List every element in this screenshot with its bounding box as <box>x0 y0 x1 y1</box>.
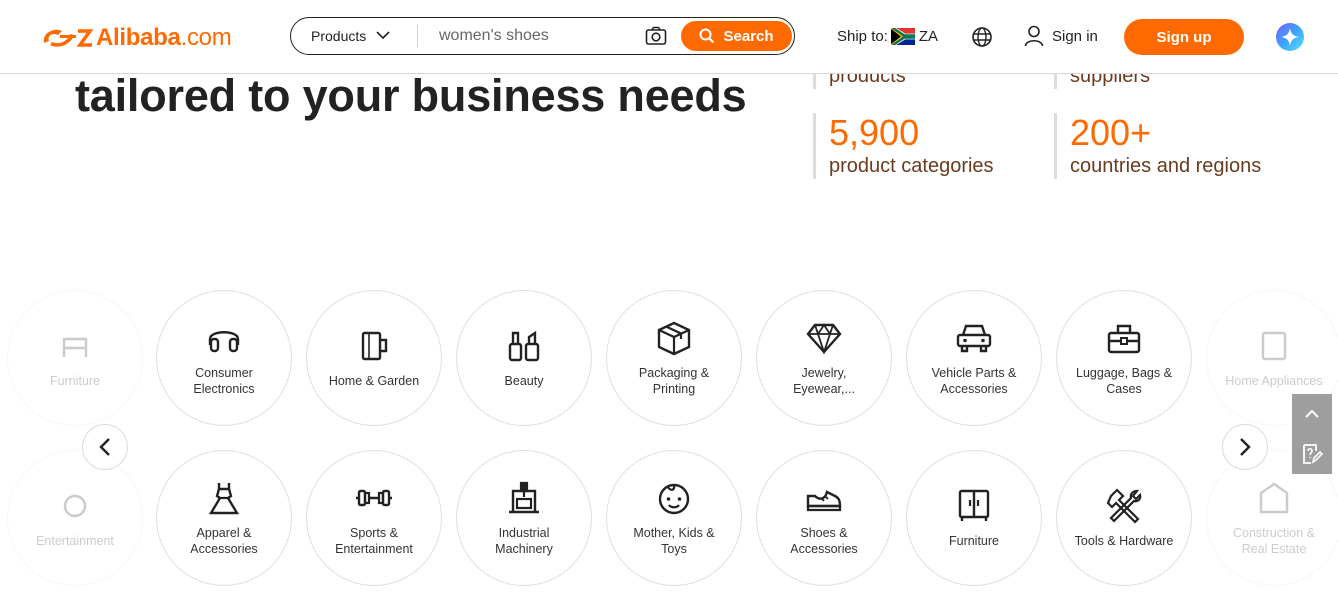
stat-countries: 200+ countries and regions <box>1054 113 1261 179</box>
user-icon <box>1024 25 1044 47</box>
chevron-down-icon <box>376 31 390 40</box>
category-item[interactable]: Beauty <box>456 290 592 426</box>
stat-label: product categories <box>829 155 994 177</box>
entertainment-icon <box>63 494 87 518</box>
box-icon <box>657 321 691 356</box>
category-label: Vehicle Parts & Accessories <box>931 366 1017 396</box>
feedback-button[interactable] <box>1292 434 1332 474</box>
search-category-dropdown[interactable]: Products <box>311 18 390 53</box>
category-item[interactable]: Sports & Entertainment <box>306 450 442 586</box>
alibaba-logo-mark-icon <box>43 29 94 47</box>
category-label: Mother, Kids & Toys <box>633 526 715 556</box>
chevron-left-icon <box>99 438 110 456</box>
globe-icon[interactable] <box>971 26 993 48</box>
category-item[interactable]: Packaging & Printing <box>606 290 742 426</box>
construction-icon <box>1259 482 1289 514</box>
south-africa-flag-icon <box>890 28 915 45</box>
hero-title: tailored to your business needs <box>75 70 747 121</box>
stat-label: countries and regions <box>1070 155 1262 177</box>
ship-to-label: Ship to: <box>837 28 888 45</box>
category-item[interactable]: Jewelry, Eyewear,... <box>756 290 892 426</box>
category-label: Jewelry, Eyewear,... <box>793 366 855 396</box>
sign-in-label: Sign in <box>1052 27 1098 45</box>
category-label: Furniture <box>948 534 1000 548</box>
ai-assistant-icon[interactable] <box>1275 22 1305 52</box>
dress-icon <box>208 483 240 515</box>
camera-icon[interactable] <box>645 26 667 46</box>
category-item[interactable]: Entertainment <box>7 450 143 586</box>
category-item[interactable]: Shoes & Accessories <box>756 450 892 586</box>
headphones-icon <box>208 331 240 353</box>
cabinet-icon <box>958 489 990 521</box>
sign-in-link[interactable]: Sign in <box>1024 25 1098 47</box>
category-item[interactable]: Furniture <box>7 290 143 426</box>
category-label: Tools & Hardware <box>1074 534 1174 548</box>
ship-to-country: ZA <box>918 28 939 45</box>
sign-up-button[interactable]: Sign up <box>1124 19 1244 55</box>
furniture-icon <box>62 337 88 357</box>
category-label: Shoes & Accessories <box>790 526 858 556</box>
category-item[interactable]: Furniture <box>906 450 1042 586</box>
baby-face-icon <box>658 483 690 515</box>
search-input[interactable] <box>439 24 629 48</box>
category-item[interactable]: Mother, Kids & Toys <box>606 450 742 586</box>
feedback-icon <box>1303 444 1323 464</box>
cosmetics-icon <box>508 330 540 362</box>
mug-icon <box>361 331 388 361</box>
category-item[interactable]: Vehicle Parts & Accessories <box>906 290 1042 426</box>
carousel-next-button[interactable] <box>1222 424 1268 470</box>
category-label: Consumer Electronics <box>193 366 255 396</box>
sign-up-label: Sign up <box>1156 28 1212 46</box>
category-item[interactable]: Apparel & Accessories <box>156 450 292 586</box>
search-bar: Products Search <box>290 17 795 55</box>
chevron-right-icon <box>1240 438 1251 456</box>
search-button-label: Search <box>723 27 774 45</box>
side-toolbar <box>1292 394 1332 474</box>
category-label: Furniture <box>49 374 101 388</box>
logo-text: Alibaba.com <box>96 24 232 51</box>
shoe-icon <box>806 490 842 512</box>
category-label: Beauty <box>504 374 544 388</box>
category-label: Luggage, Bags & Cases <box>1076 366 1172 396</box>
category-item[interactable]: Industrial Machinery <box>456 450 592 586</box>
category-label: Entertainment <box>36 534 114 548</box>
diamond-icon <box>806 323 842 355</box>
bag-icon <box>1107 324 1141 354</box>
category-item[interactable]: Tools & Hardware <box>1056 450 1192 586</box>
category-carousel: Furniture Consumer Electronics Home & Ga… <box>0 280 1338 606</box>
appliance-icon <box>1261 331 1287 361</box>
category-label: Sports & Entertainment <box>335 526 413 556</box>
chevron-up-icon <box>1305 409 1319 418</box>
category-label: Construction & Real Estate <box>1233 526 1315 556</box>
site-header: Alibaba.com Products Search Ship to: <box>0 0 1338 74</box>
category-label: Apparel & Accessories <box>190 526 258 556</box>
dumbbell-icon <box>356 489 392 507</box>
tools-icon <box>1106 488 1142 524</box>
machine-icon <box>509 481 539 514</box>
category-label: Industrial Machinery <box>495 526 553 556</box>
ship-to-selector[interactable]: Ship to: ZA <box>837 28 938 45</box>
category-label: Home & Garden <box>328 374 420 388</box>
category-item[interactable]: Consumer Electronics <box>156 290 292 426</box>
stat-number: 5,900 <box>829 112 920 153</box>
search-button[interactable]: Search <box>681 21 792 51</box>
alibaba-logo[interactable]: Alibaba.com <box>40 22 232 54</box>
stat-number: 200+ <box>1070 112 1152 153</box>
category-item[interactable]: Luggage, Bags & Cases <box>1056 290 1192 426</box>
search-divider <box>417 25 418 47</box>
search-icon <box>699 28 715 44</box>
category-item[interactable]: Home & Garden <box>306 290 442 426</box>
search-category-label: Products <box>311 27 367 44</box>
car-icon <box>956 324 992 353</box>
category-label: Home Appliances <box>1225 374 1323 388</box>
back-to-top-button[interactable] <box>1292 394 1332 434</box>
carousel-prev-button[interactable] <box>82 424 128 470</box>
stat-categories: 5,900 product categories <box>813 113 994 179</box>
category-label: Packaging & Printing <box>638 366 710 396</box>
